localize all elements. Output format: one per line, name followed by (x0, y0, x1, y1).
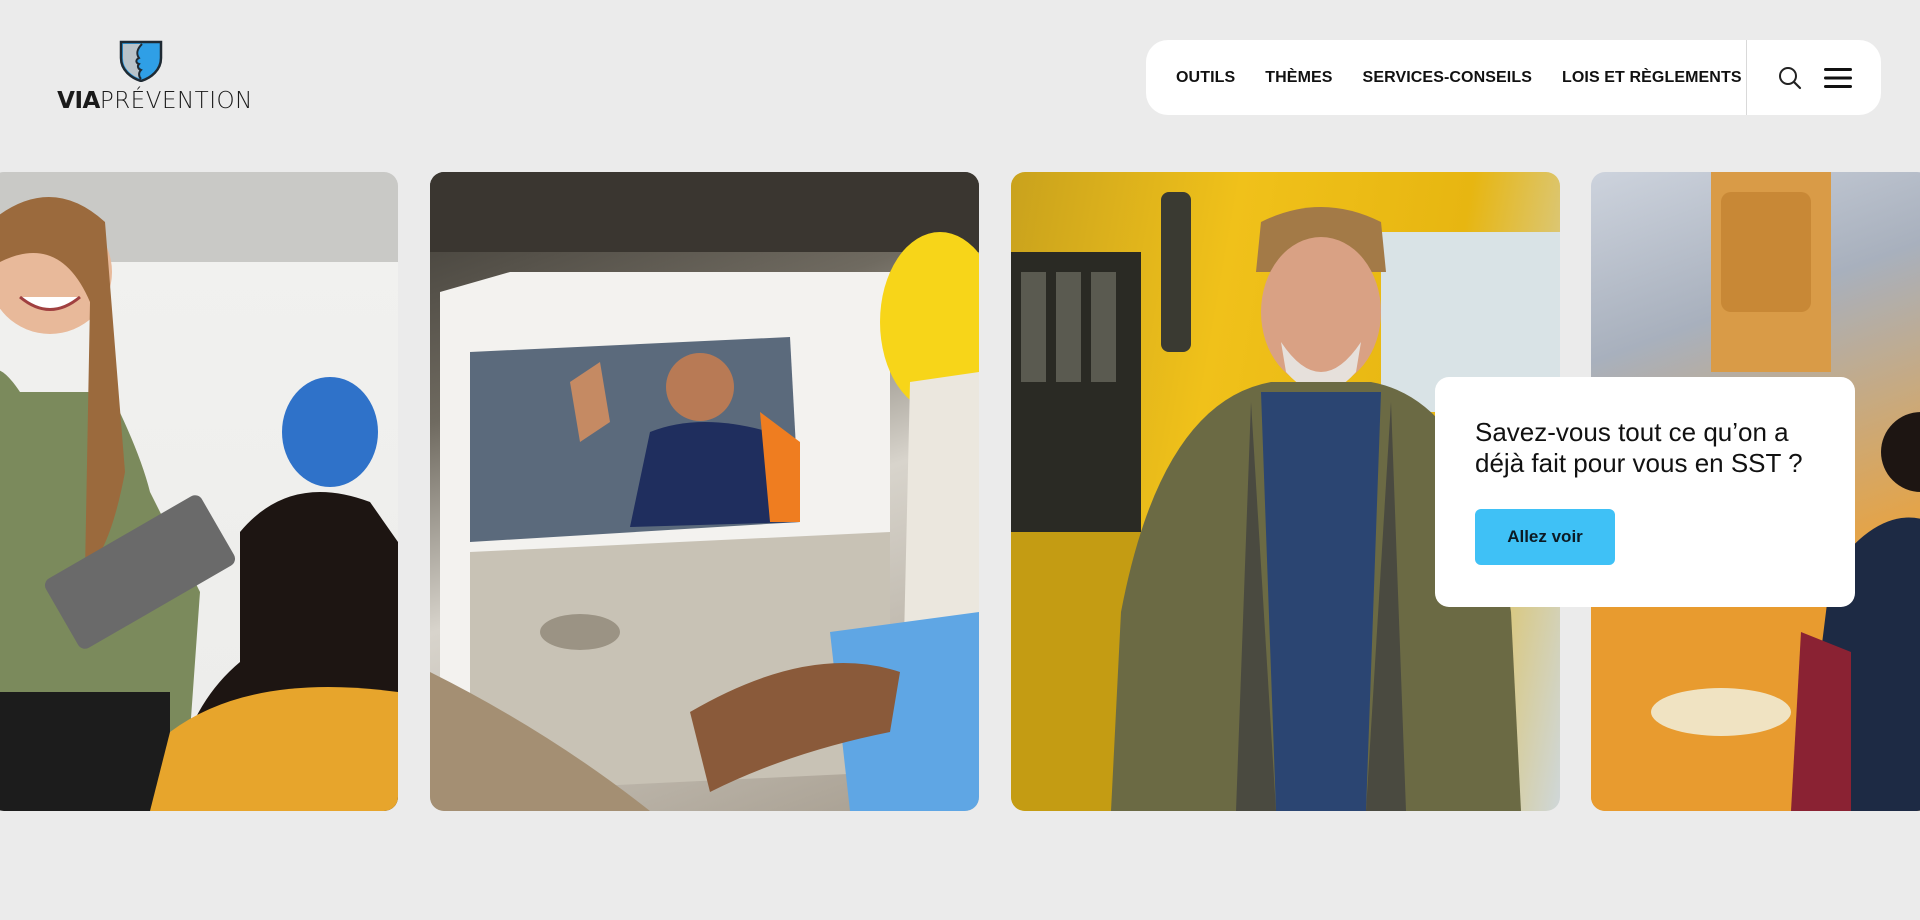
allez-voir-button[interactable]: Allez voir (1475, 509, 1615, 565)
nav-item-lois-reglements[interactable]: LOIS ET RÈGLEMENTS (1562, 69, 1742, 87)
promo-text: Savez-vous tout ce qu’on a déjà fait pou… (1475, 417, 1803, 478)
hamburger-menu-icon[interactable] (1822, 64, 1854, 92)
image-card-truck-driver-waving (430, 172, 979, 811)
nav-item-outils[interactable]: OUTILS (1176, 69, 1235, 87)
nav-links: OUTILS THÈMES SERVICES-CONSEILS LOIS ET … (1146, 40, 1742, 115)
logo-wordmark: VIAPRÉVENTION (57, 88, 253, 114)
nav-item-themes[interactable]: THÈMES (1265, 69, 1332, 87)
shield-logo-icon (119, 40, 163, 82)
search-icon[interactable] (1776, 64, 1804, 92)
woman-clipboard-illustration (0, 197, 398, 811)
image-card-woman-clipboard (0, 172, 398, 811)
site-logo[interactable]: VIAPRÉVENTION (40, 38, 270, 118)
promo-callout: Savez-vous tout ce qu’on a déjà fait pou… (1435, 377, 1855, 607)
truck-driver-illustration (430, 172, 979, 811)
nav-item-services-conseils[interactable]: SERVICES-CONSEILS (1363, 69, 1532, 87)
nav-divider (1746, 40, 1747, 115)
main-navigation: OUTILS THÈMES SERVICES-CONSEILS LOIS ET … (1146, 40, 1881, 115)
